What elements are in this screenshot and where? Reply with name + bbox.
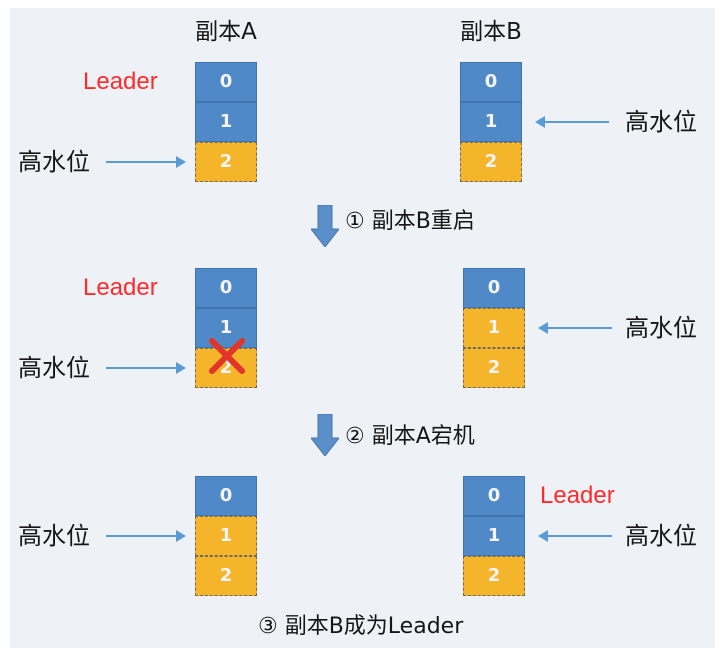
- log-entry: 0: [460, 62, 522, 102]
- arrow-right-icon: [106, 156, 186, 168]
- log-entry: 2: [463, 556, 525, 596]
- arrow-left-icon: [535, 116, 609, 128]
- high-watermark-replica-b: 高水位: [0, 308, 725, 348]
- leader-label-replica-a: Leader: [83, 274, 158, 301]
- stage-1: Leader 0 1 2 高水位 0 1 2 高水位: [0, 62, 725, 182]
- high-watermark-label: 高水位: [625, 314, 697, 342]
- log-entry: 2: [460, 142, 522, 182]
- step-1-label: ① 副本B重启: [345, 209, 475, 234]
- arrow-down-icon: [311, 414, 339, 456]
- log-entry: 2: [195, 556, 257, 596]
- high-watermark-replica-b: 高水位: [0, 102, 725, 142]
- arrow-down-icon: [311, 205, 339, 247]
- arrow-right-icon: [106, 362, 186, 374]
- arrow-left-icon: [538, 530, 612, 542]
- step-2-label: ② 副本A宕机: [345, 424, 475, 449]
- leader-label-replica-a: Leader: [83, 68, 158, 95]
- log-entry: 0: [195, 62, 257, 102]
- high-watermark-label: 高水位: [625, 108, 697, 136]
- high-watermark-replica-a: 高水位: [0, 348, 725, 388]
- high-watermark-label: 高水位: [18, 354, 90, 382]
- high-watermark-label: 高水位: [625, 522, 697, 550]
- stage-2: Leader 0 1 2 高水位 0 1 2 高水位: [0, 268, 725, 388]
- step-3-label: ③ 副本B成为Leader: [258, 614, 464, 639]
- log-entry: 0: [463, 268, 525, 308]
- log-entry: 0: [195, 476, 257, 516]
- log-entry: 0: [195, 268, 257, 308]
- stage-3: 0 1 2 高水位 0 1 2 Leader 高水位: [0, 476, 725, 596]
- arrow-left-icon: [538, 322, 612, 334]
- high-watermark-replica-b: 高水位: [0, 516, 725, 556]
- replica-b-title: 副本B: [460, 19, 522, 45]
- log-entry: 2: [463, 348, 525, 388]
- high-watermark-label: 高水位: [18, 148, 90, 176]
- replica-a-title: 副本A: [195, 19, 257, 45]
- leader-label-replica-b: Leader: [540, 482, 615, 509]
- log-entry: 0: [463, 476, 525, 516]
- high-watermark-replica-a: 高水位: [0, 142, 725, 182]
